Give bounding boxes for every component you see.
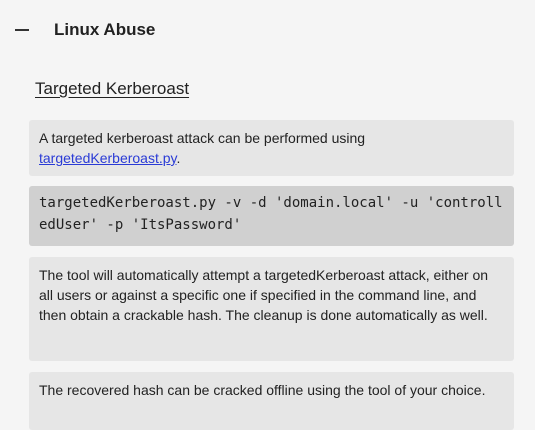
section-title: Linux Abuse	[54, 20, 156, 39]
targeted-kerberoast-link[interactable]: targetedKerberoast.py	[39, 150, 177, 166]
intro-card: A targeted kerberoast attack can be perf…	[29, 120, 514, 176]
collapse-minus-icon[interactable]	[15, 29, 29, 31]
intro-text: A targeted kerberoast attack can be perf…	[39, 130, 366, 146]
description-card: The tool will automatically attempt a ta…	[29, 257, 514, 361]
code-block: targetedKerberoast.py -v -d 'domain.loca…	[29, 186, 514, 246]
subheading-targeted-kerberoast: Targeted Kerberoast	[35, 79, 190, 98]
recovered-hash-card: The recovered hash can be cracked offlin…	[29, 372, 514, 430]
intro-end: .	[176, 150, 181, 166]
section-header[interactable]: Linux Abuse	[15, 18, 155, 42]
